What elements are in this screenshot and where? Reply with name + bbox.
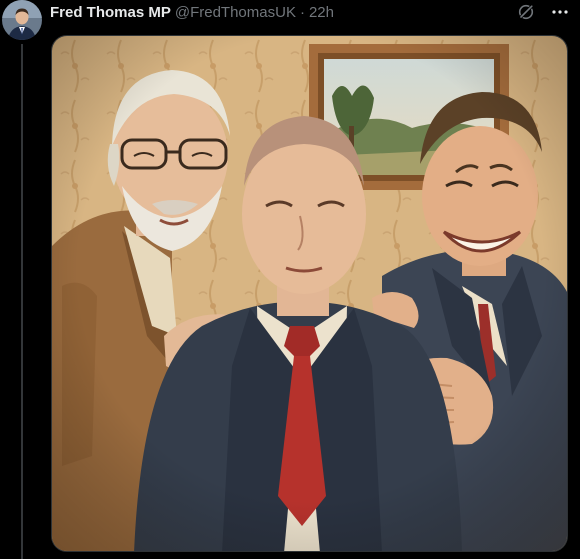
grok-icon-glyph <box>518 4 534 20</box>
author-handle[interactable]: @FredThomasUK <box>175 3 296 23</box>
more-options-icon[interactable] <box>550 2 570 22</box>
separator-dot: · <box>299 4 305 21</box>
avatar-column <box>0 0 46 559</box>
post-container: Fred Thomas MP @FredThomasUK · 22h <box>0 0 580 559</box>
post-header: Fred Thomas MP @FredThomasUK · 22h <box>50 2 570 24</box>
post-timestamp[interactable]: 22h <box>309 3 334 23</box>
grok-icon[interactable] <box>516 2 536 22</box>
painted-portrait-image <box>52 36 567 551</box>
author-avatar[interactable] <box>2 0 42 40</box>
header-actions <box>516 2 570 22</box>
thread-line <box>21 44 23 559</box>
more-dots-icon <box>552 10 568 14</box>
author-display-name[interactable]: Fred Thomas MP <box>50 3 171 23</box>
post-media-image[interactable] <box>51 35 568 552</box>
avatar-photo-icon <box>2 0 42 40</box>
